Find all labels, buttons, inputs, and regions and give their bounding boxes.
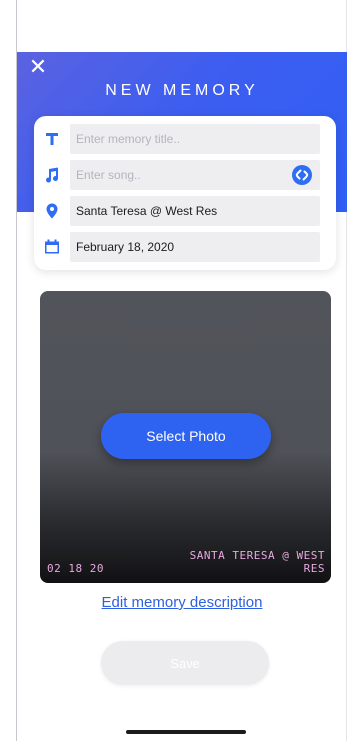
select-photo-button[interactable]: Select Photo bbox=[101, 413, 271, 459]
shazam-icon[interactable] bbox=[292, 165, 312, 185]
calendar-icon bbox=[45, 239, 59, 254]
close-icon[interactable]: ✕ bbox=[28, 57, 48, 79]
edit-description-link[interactable]: Edit memory description bbox=[17, 594, 347, 611]
home-indicator bbox=[126, 730, 246, 734]
photo-preview[interactable]: Select Photo 02 18 20 SANTA TERESA @ WES… bbox=[40, 291, 331, 583]
page-title: NEW MEMORY bbox=[105, 82, 259, 99]
location-row: Santa Teresa @ West Res bbox=[34, 196, 336, 226]
song-input[interactable] bbox=[70, 160, 320, 190]
save-button[interactable]: Save bbox=[101, 641, 269, 685]
song-row bbox=[34, 160, 336, 190]
date-field[interactable]: February 18, 2020 bbox=[70, 232, 320, 262]
photo-date-stamp: 02 18 20 bbox=[47, 562, 104, 575]
memory-form-card: Santa Teresa @ West Res February 18, 202… bbox=[34, 116, 336, 270]
text-icon bbox=[46, 133, 58, 145]
location-pin-icon bbox=[46, 203, 58, 219]
title-row bbox=[34, 124, 336, 154]
location-field[interactable]: Santa Teresa @ West Res bbox=[70, 196, 320, 226]
title-input[interactable] bbox=[70, 124, 320, 154]
music-note-icon bbox=[46, 167, 59, 183]
date-row: February 18, 2020 bbox=[34, 232, 336, 262]
photo-location-stamp: SANTA TERESA @ WEST RES bbox=[189, 549, 325, 575]
